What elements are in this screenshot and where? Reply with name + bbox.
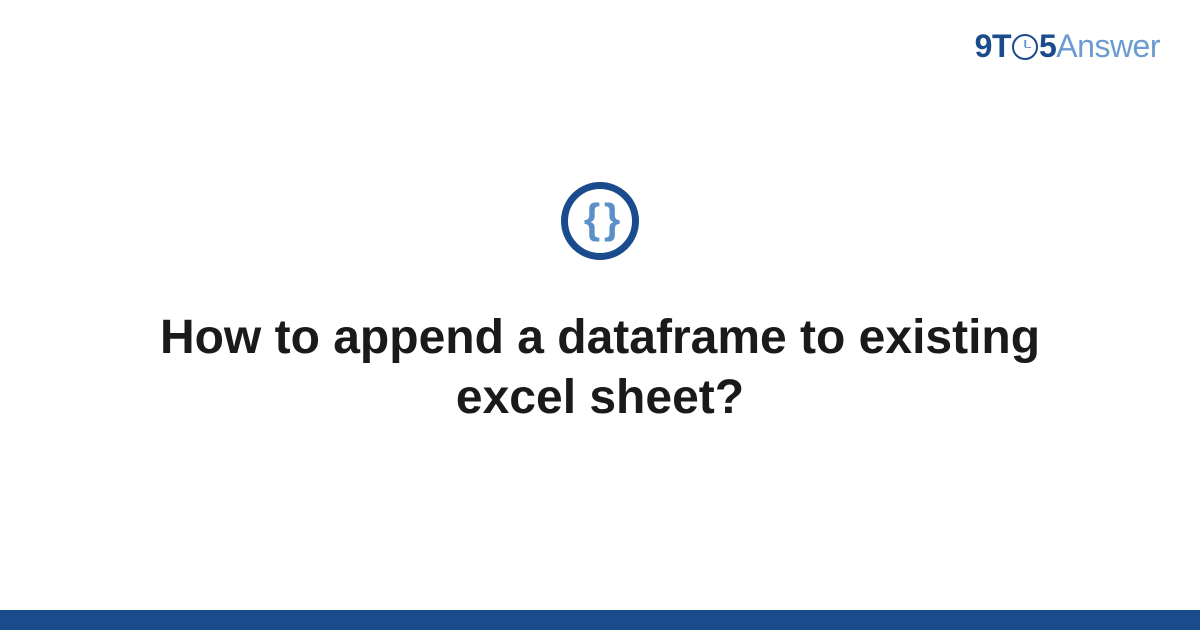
code-braces-icon: { } (584, 198, 616, 240)
question-title: How to append a dataframe to existing ex… (150, 308, 1050, 428)
category-icon-circle: { } (561, 182, 639, 260)
footer-bar (0, 610, 1200, 630)
main-content: { } How to append a dataframe to existin… (0, 0, 1200, 610)
